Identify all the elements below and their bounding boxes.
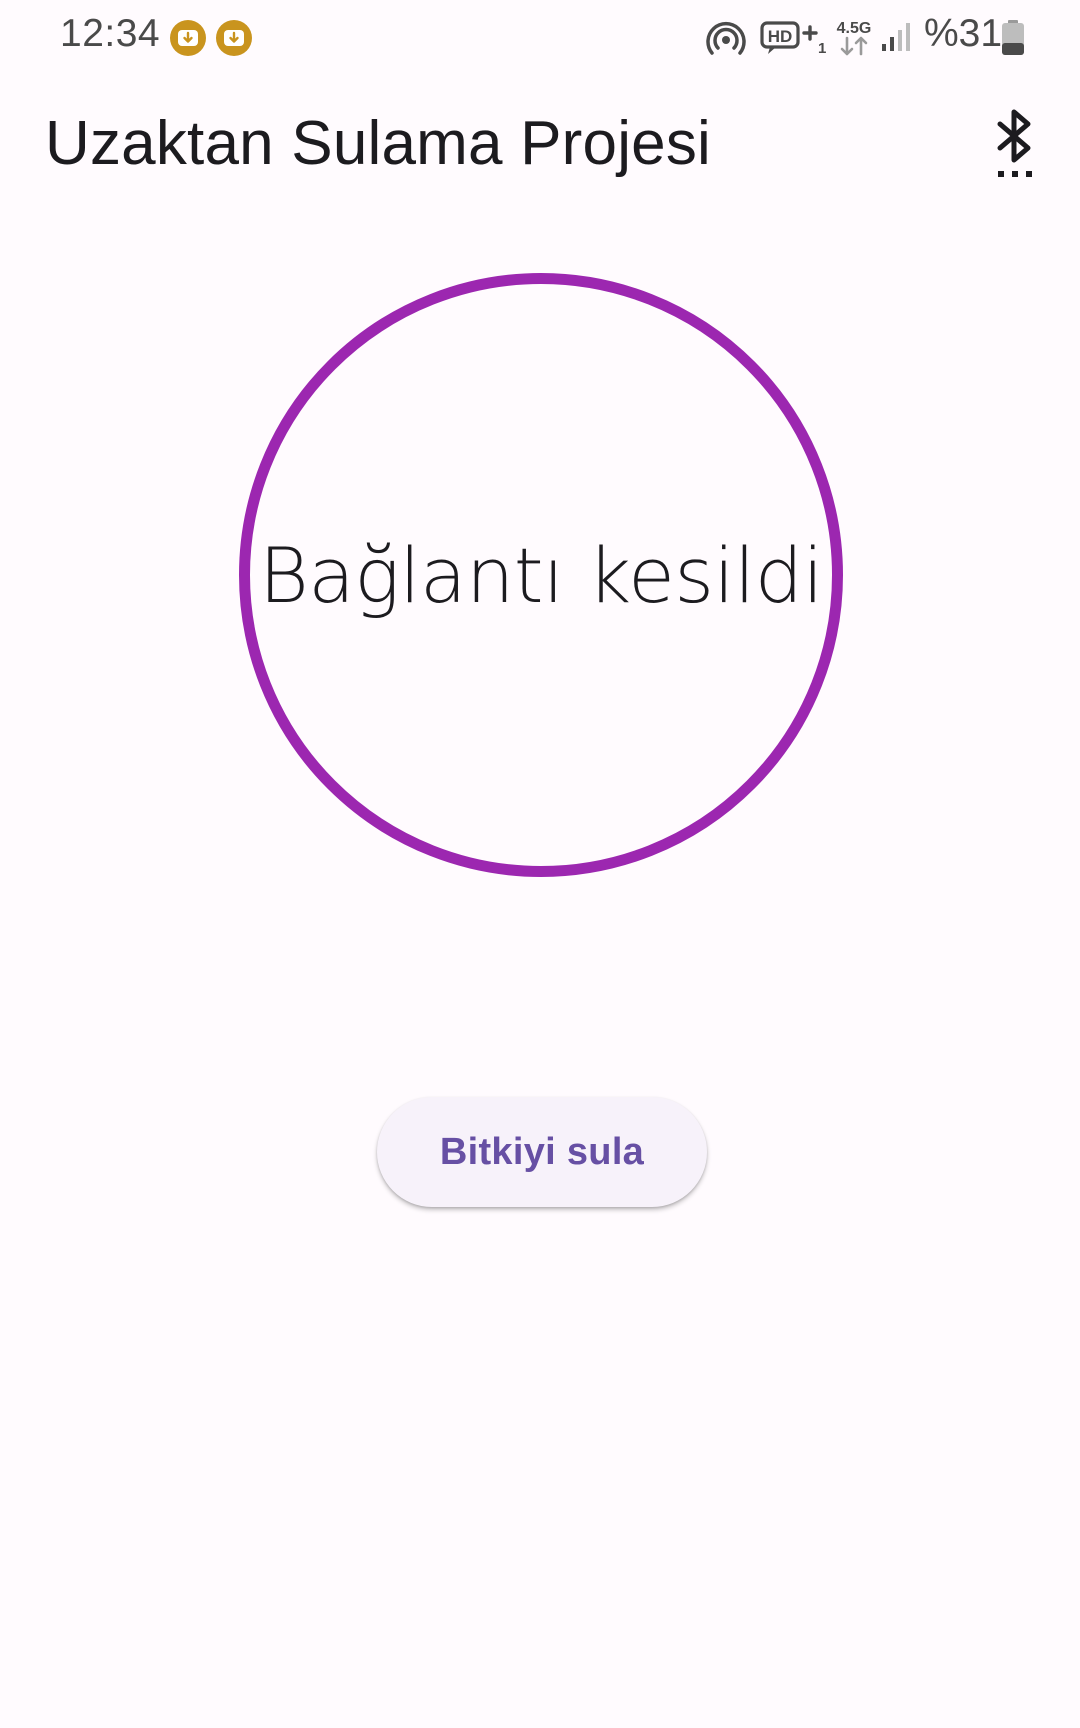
connection-status-circle: Bağlantı kesildi: [239, 273, 843, 877]
status-time: 12:34: [60, 12, 161, 55]
water-plant-button[interactable]: Bitkiyi sula: [377, 1097, 707, 1207]
bluetooth-connect-button[interactable]: [980, 104, 1050, 188]
download-notification-icon: [215, 19, 253, 57]
bluetooth-searching-icon: [992, 106, 1038, 187]
page-title: Uzaktan Sulama Projesi: [45, 109, 712, 178]
hd-voice-icon: HD 1: [760, 20, 826, 57]
network-4-5g-icon: 4.5G: [834, 16, 874, 60]
signal-icon: [880, 22, 912, 52]
battery-percentage: %31: [924, 12, 1003, 55]
connection-status-text: Bağlantı kesildi: [258, 530, 824, 620]
network-label: 4.5G: [837, 20, 872, 37]
water-plant-button-label: Bitkiyi sula: [439, 1130, 645, 1173]
download-notification-icon: [169, 19, 207, 57]
status-bar: 12:34 HD 1 4.5G %31: [0, 0, 1080, 76]
hotspot-icon: [706, 18, 746, 58]
battery-icon: [1001, 20, 1025, 56]
app-bar: Uzaktan Sulama Projesi: [0, 88, 1080, 200]
svg-text:HD: HD: [768, 27, 793, 46]
svg-text:1: 1: [818, 40, 826, 56]
